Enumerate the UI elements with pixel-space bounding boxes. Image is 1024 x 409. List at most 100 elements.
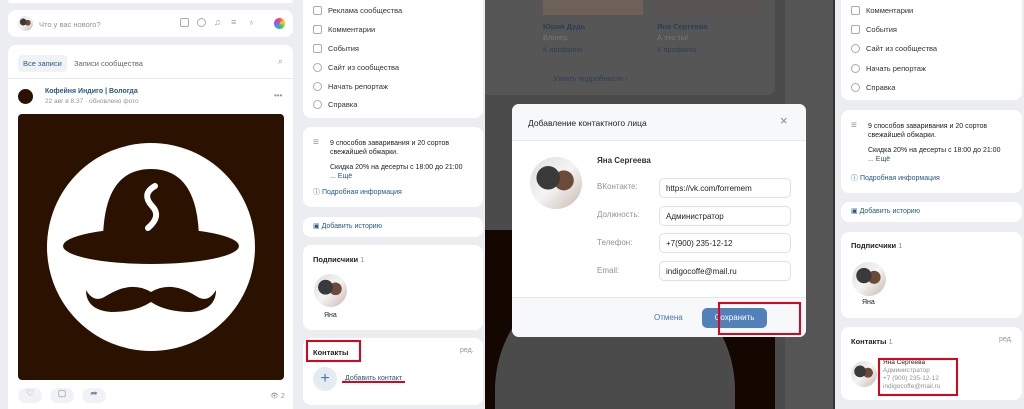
subscriber-avatar[interactable] bbox=[852, 262, 886, 296]
info-link[interactable]: ⓘ Подробная информация bbox=[313, 187, 402, 197]
photo-icon[interactable] bbox=[180, 18, 189, 27]
search-icon[interactable]: ⌕ bbox=[278, 56, 283, 67]
info-link[interactable]: ⓘ Подробная информация bbox=[851, 173, 940, 183]
post-image[interactable] bbox=[18, 114, 284, 380]
edit-contacts-link[interactable]: ред. bbox=[460, 347, 474, 354]
bg-role: Блогер bbox=[543, 33, 568, 42]
menu-card: Комментарии События Сайт из сообщества Н… bbox=[841, 0, 1022, 100]
menu-label: Начать репортаж bbox=[328, 82, 388, 91]
clip-icon[interactable]: ♁ bbox=[248, 18, 257, 27]
highlight-contacts bbox=[306, 340, 361, 362]
text-icon: ≡ bbox=[851, 120, 857, 131]
subscriber-name[interactable]: Яна bbox=[862, 299, 875, 306]
coffee-logo bbox=[47, 143, 255, 351]
description-line: Скидка 20% на десерты с 18:00 до 21:00 bbox=[330, 164, 463, 171]
text-icon: ≡ bbox=[313, 137, 319, 148]
menu-help[interactable]: Справка bbox=[313, 100, 357, 109]
contact-avatar bbox=[530, 157, 582, 209]
description-line: 9 способов заваривания и 20 сортов bbox=[330, 140, 450, 147]
article-icon[interactable]: ≡ bbox=[231, 18, 240, 27]
menu-label: Комментарии bbox=[328, 25, 376, 34]
email-label: Email: bbox=[597, 266, 620, 275]
menu-label: Справка bbox=[866, 83, 896, 92]
subscribers-count: 1 bbox=[360, 255, 365, 264]
menu-events[interactable]: События bbox=[851, 25, 897, 34]
phone-label: Телефон: bbox=[597, 238, 633, 247]
menu-live[interactable]: Начать репортаж bbox=[313, 82, 388, 91]
more-link[interactable]: ... Ещё bbox=[330, 172, 480, 181]
menu-card: Реклама сообщества Комментарии События С… bbox=[303, 0, 483, 118]
description-card: ≡ 9 способов заваривания и 20 сортов све… bbox=[303, 127, 483, 207]
description-line: свежайшей обжарки. bbox=[330, 149, 399, 156]
menu-comments[interactable]: Комментарии bbox=[851, 6, 913, 15]
top-card bbox=[8, 0, 293, 3]
video-icon[interactable] bbox=[197, 18, 206, 27]
views-count: 👁 2 bbox=[270, 393, 285, 400]
bg-person: Яна Сергеева bbox=[657, 22, 708, 31]
bg-more: Узнать подробности › bbox=[553, 74, 628, 83]
email-input[interactable]: indigocoffe@mail.ru bbox=[659, 261, 791, 281]
position-input[interactable]: Администратор bbox=[659, 206, 791, 226]
subscribers-card: Подписчики 1 Яна bbox=[303, 245, 483, 330]
bg-photo bbox=[657, 0, 763, 15]
menu-label: Справка bbox=[328, 100, 358, 109]
bg-person: Юрий Дудь bbox=[543, 22, 586, 31]
comment-icon bbox=[313, 25, 322, 34]
bg-profile: К профилю bbox=[657, 45, 697, 54]
menu-label: Комментарии bbox=[866, 6, 914, 15]
menu-site[interactable]: Сайт из сообщества bbox=[851, 44, 937, 53]
add-story-card[interactable]: ▣ Добавить историю bbox=[841, 202, 1022, 222]
help-icon bbox=[313, 100, 322, 109]
panel-sidebar-before: Реклама сообщества Комментарии События С… bbox=[295, 0, 485, 409]
more-icon[interactable]: ••• bbox=[274, 91, 282, 100]
info-label: Подробная информация bbox=[859, 175, 940, 182]
add-contact-icon[interactable]: + bbox=[313, 367, 337, 391]
wall-card: Все записи Записи сообщества ⌕ Кофейня И… bbox=[8, 45, 293, 409]
comment-button[interactable]: ▢ bbox=[50, 388, 74, 403]
close-icon[interactable]: × bbox=[780, 113, 788, 128]
share-button[interactable]: ➦ bbox=[82, 388, 106, 403]
subscriber-name[interactable]: Яна bbox=[324, 312, 337, 319]
calendar-icon bbox=[313, 44, 322, 53]
modal-title: Добавление контактного лица bbox=[528, 118, 647, 128]
calendar-icon bbox=[851, 25, 860, 34]
like-button[interactable]: ♡ bbox=[18, 388, 42, 403]
broadcast-icon bbox=[851, 64, 860, 73]
menu-comments[interactable]: Комментарии bbox=[313, 25, 375, 34]
megaphone-icon bbox=[313, 6, 322, 15]
position-label: Должность: bbox=[597, 210, 640, 219]
highlight-contact bbox=[878, 358, 958, 396]
panel-modal: Юрий Дудь Блогер К профилю Яна Сергеева … bbox=[485, 0, 833, 409]
post-author[interactable]: Кофейня Индиго | Вологда bbox=[45, 88, 138, 95]
bg-profile: К профилю bbox=[543, 45, 583, 54]
menu-label: Сайт из сообщества bbox=[866, 44, 938, 53]
post-composer[interactable]: Что у вас нового? ♫ ≡ ♁ bbox=[8, 10, 293, 37]
contact-avatar[interactable] bbox=[851, 361, 877, 387]
story-icon: ▣ bbox=[313, 223, 320, 230]
menu-live[interactable]: Начать репортаж bbox=[851, 64, 926, 73]
tab-all-posts[interactable]: Все записи bbox=[18, 55, 67, 72]
divider bbox=[8, 78, 293, 79]
contacts-title: Контакты bbox=[851, 337, 887, 346]
menu-events[interactable]: События bbox=[313, 44, 359, 53]
menu-help[interactable]: Справка bbox=[851, 83, 895, 92]
subscriber-avatar[interactable] bbox=[314, 274, 347, 307]
more-link[interactable]: ... Ещё bbox=[868, 155, 1020, 164]
menu-site[interactable]: Сайт из сообщества bbox=[313, 63, 399, 72]
description-line: свежайшей обжарки. bbox=[868, 132, 937, 139]
edit-contacts-link[interactable]: ред. bbox=[999, 336, 1013, 343]
phone-input[interactable]: +7(900) 235-12-12 bbox=[659, 233, 791, 253]
menu-ads[interactable]: Реклама сообщества bbox=[313, 6, 402, 15]
community-avatar[interactable] bbox=[18, 89, 33, 104]
add-story-card[interactable]: ▣ Добавить историю bbox=[303, 217, 483, 237]
cancel-button[interactable]: Отмена bbox=[654, 313, 683, 322]
info-label: Подробная информация bbox=[321, 189, 402, 196]
music-icon[interactable]: ♫ bbox=[214, 18, 223, 27]
vk-input[interactable]: https://vk.com/forremem bbox=[659, 178, 791, 198]
composer-input[interactable]: Что у вас нового? bbox=[39, 20, 101, 29]
subscribers-count: 1 bbox=[898, 241, 903, 250]
tab-community-posts[interactable]: Записи сообщества bbox=[74, 59, 143, 68]
menu-label: Сайт из сообщества bbox=[328, 63, 400, 72]
menu-label: Начать репортаж bbox=[866, 64, 926, 73]
color-icon[interactable] bbox=[274, 18, 285, 29]
